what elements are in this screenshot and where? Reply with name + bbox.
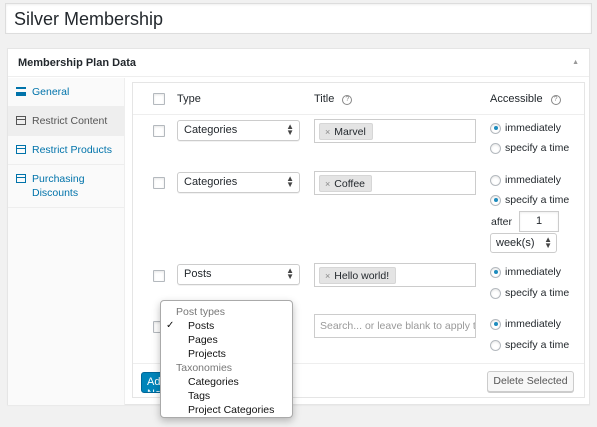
optgroup-post-types: Post types (176, 306, 226, 318)
box-icon (16, 116, 26, 125)
radio-unchecked-icon (490, 142, 501, 154)
radio-label: immediately (505, 266, 562, 278)
type-select[interactable]: Categories ▲ ▼ (177, 120, 300, 141)
title-column-label: Title (314, 93, 335, 105)
radio-label: specify a time (505, 339, 570, 351)
help-icon[interactable]: ? (342, 95, 353, 105)
tab-restrict-content[interactable]: Restrict Content (8, 107, 124, 136)
access-specify-radio[interactable]: specify a time (490, 194, 569, 206)
access-immediately-radio[interactable]: immediately (490, 122, 561, 134)
select-arrows-icon: ▲ ▼ (286, 266, 294, 281)
select-all-checkbox[interactable] (153, 93, 165, 105)
metabox-title: Membership Plan Data (18, 56, 136, 69)
option-posts[interactable]: ✓ Posts (161, 319, 292, 333)
remove-tag-icon[interactable]: × (325, 271, 330, 281)
type-select-value: Posts (184, 268, 212, 280)
access-immediately-radio[interactable]: immediately (490, 174, 561, 186)
access-specify-radio[interactable]: specify a time (490, 339, 569, 351)
header-divider (133, 114, 584, 115)
access-immediately-radio[interactable]: immediately (490, 266, 561, 278)
option-pages[interactable]: Pages (161, 333, 292, 347)
row-checkbox[interactable] (153, 177, 165, 189)
optgroup-taxonomies: Taxonomies (176, 362, 233, 374)
option-label: Pages (188, 334, 218, 346)
title-search-field[interactable]: × Marvel (314, 119, 476, 143)
type-select-value: Categories (184, 124, 238, 136)
list-icon (16, 87, 26, 96)
delete-selected-button[interactable]: Delete Selected (487, 371, 574, 392)
radio-label: specify a time (505, 287, 570, 299)
tab-restrict-products[interactable]: Restrict Products (8, 136, 124, 165)
option-projects[interactable]: Projects (161, 347, 292, 361)
box-icon (16, 145, 26, 154)
title-search-field[interactable]: × Coffee (314, 171, 476, 195)
metabox-header[interactable]: Membership Plan Data ▲ (8, 49, 589, 77)
option-categories[interactable]: Categories (161, 375, 292, 389)
radio-label: specify a time (505, 194, 570, 206)
title-search-field[interactable]: × Hello world! (314, 263, 476, 287)
plan-data-tabs: General Restrict Content Restrict Produc… (8, 78, 125, 405)
radio-checked-icon (490, 194, 501, 206)
tab-purchasing-discounts-label: Purchasing Discounts (32, 173, 85, 199)
radio-label: immediately (505, 318, 562, 330)
type-select-dropdown[interactable]: Post types ✓ Posts Pages Projects Taxonom… (160, 300, 293, 418)
title-tag: × Marvel (319, 123, 373, 140)
title-tag-label: Hello world! (334, 270, 390, 282)
tab-general-label: General (32, 86, 70, 98)
radio-label: immediately (505, 174, 562, 186)
select-arrows-icon: ▲ ▼ (544, 235, 552, 250)
delay-period-select[interactable]: week(s) ▲ ▼ (490, 233, 557, 253)
option-tags[interactable]: Tags (161, 389, 292, 403)
option-label: Tags (188, 390, 211, 402)
row-checkbox[interactable] (153, 125, 165, 137)
option-project-categories[interactable]: Project Categories (161, 403, 292, 417)
title-tag-label: Coffee (334, 178, 366, 190)
checkmark-icon: ✓ (166, 320, 175, 331)
select-arrows-icon: ▲ ▼ (286, 174, 294, 189)
tab-restrict-products-label: Restrict Products (32, 144, 112, 156)
title-tag: × Hello world! (319, 267, 397, 284)
radio-unchecked-icon (490, 339, 501, 351)
type-select[interactable]: Categories ▲ ▼ (177, 172, 300, 193)
post-title-input[interactable]: Silver Membership (5, 3, 592, 34)
delay-period-value: week(s) (496, 237, 535, 249)
radio-unchecked-icon (490, 287, 501, 299)
row-checkbox[interactable] (153, 270, 165, 282)
radio-checked-icon (490, 266, 501, 278)
type-select[interactable]: Posts ▲ ▼ (177, 264, 300, 285)
option-label: Project Categories (188, 404, 275, 416)
radio-label: immediately (505, 122, 562, 134)
radio-checked-icon (490, 318, 501, 330)
type-select-value: Categories (184, 176, 238, 188)
help-icon[interactable]: ? (550, 95, 561, 105)
title-tag: × Coffee (319, 175, 373, 192)
membership-plan-data-metabox: Membership Plan Data ▲ General Restrict … (7, 48, 590, 405)
title-tag-label: Marvel (334, 126, 366, 138)
access-immediately-radio[interactable]: immediately (490, 318, 561, 330)
option-label: Categories (188, 376, 239, 388)
select-arrows-icon: ▲ ▼ (286, 122, 294, 137)
option-label: Projects (188, 348, 226, 360)
title-search-field[interactable]: Search... or leave blank to apply to all (314, 314, 476, 338)
after-label: after (491, 216, 513, 228)
title-column-header: Title? (314, 93, 353, 105)
remove-tag-icon[interactable]: × (325, 127, 330, 137)
remove-tag-icon[interactable]: × (325, 179, 330, 189)
accessible-column-label: Accessible (490, 93, 543, 105)
access-specify-radio[interactable]: specify a time (490, 287, 569, 299)
box-icon (16, 174, 26, 183)
radio-checked-icon (490, 122, 501, 134)
option-label: Posts (188, 320, 215, 332)
tab-general[interactable]: General (8, 78, 124, 107)
radio-unchecked-icon (490, 174, 501, 186)
delay-amount-input[interactable]: 1 (519, 211, 559, 232)
accessible-column-header: Accessible? (490, 93, 561, 105)
radio-label: specify a time (505, 142, 570, 154)
triangle-up-icon[interactable]: ▲ (572, 59, 579, 66)
type-column-header: Type (177, 93, 201, 105)
tab-restrict-content-label: Restrict Content (32, 115, 108, 127)
access-specify-radio[interactable]: specify a time (490, 142, 569, 154)
tab-purchasing-discounts[interactable]: Purchasing Discounts (8, 165, 124, 208)
